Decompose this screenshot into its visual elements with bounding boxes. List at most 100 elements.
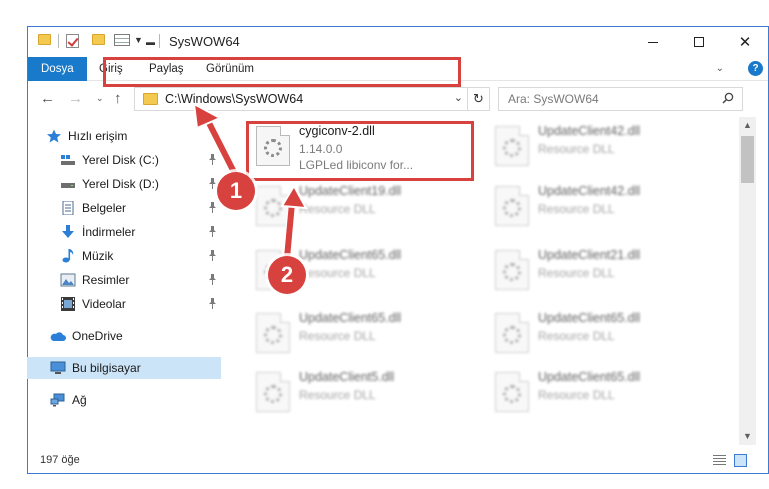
sidebar-item-documents[interactable]: Belgeler — [28, 197, 221, 219]
file-name: UpdateClient65.dll — [538, 311, 641, 325]
file-description: Resource DLL — [538, 142, 615, 156]
pin-icon[interactable] — [208, 298, 217, 309]
new-folder-icon[interactable] — [92, 34, 105, 45]
music-icon — [62, 249, 74, 263]
tiles-view-icon[interactable] — [734, 454, 747, 467]
sidebar-item-onedrive[interactable]: OneDrive — [28, 325, 221, 347]
pin-icon[interactable] — [208, 202, 217, 213]
sidebar-item-label: Hızlı erişim — [68, 129, 128, 143]
sidebar-item-quick-access[interactable]: Hızlı erişim — [28, 125, 221, 147]
folder-icon — [143, 93, 158, 105]
properties-check-icon[interactable] — [66, 34, 79, 48]
properties-icon[interactable] — [114, 34, 130, 46]
maximize-icon — [694, 37, 704, 47]
maximize-button[interactable] — [676, 27, 722, 57]
file-name: UpdateClient42.dll — [538, 184, 641, 198]
sidebar-item-label: Ağ — [72, 393, 87, 407]
sidebar-item-label: Videolar — [82, 297, 126, 311]
item-count: 197 öğe — [40, 454, 80, 466]
file-description: Resource DLL — [538, 202, 615, 216]
file-highlight-box — [246, 121, 474, 181]
file-item[interactable]: UpdateClient42.dll Resource DLL — [485, 180, 715, 235]
back-arrow-icon[interactable]: ← — [40, 90, 55, 107]
documents-icon — [62, 201, 74, 215]
network-icon — [50, 393, 65, 407]
file-item[interactable]: UpdateClient65.dll Resource DLL — [485, 366, 715, 421]
pin-icon[interactable] — [208, 274, 217, 285]
search-icon — [722, 92, 734, 104]
videos-icon — [61, 297, 75, 311]
dll-file-icon — [495, 313, 529, 353]
file-description: Resource DLL — [538, 266, 615, 280]
details-view-icon[interactable] — [713, 455, 726, 466]
minimize-icon — [648, 41, 658, 43]
address-path[interactable]: C:\Windows\SysWOW64 — [165, 92, 303, 106]
sidebar-item-label: Belgeler — [82, 201, 127, 215]
refresh-button[interactable]: ↻ — [468, 87, 490, 111]
pin-icon[interactable] — [208, 250, 217, 261]
window-title: SysWOW64 — [169, 34, 240, 49]
file-name: UpdateClient65.dll — [538, 370, 641, 384]
sidebar-item-network[interactable]: Ağ — [28, 389, 221, 411]
sidebar-item-label: Yerel Disk (D:) — [82, 177, 159, 191]
sidebar-item-this-pc[interactable]: Bu bilgisayar — [27, 357, 221, 379]
sidebar-item-label: Müzik — [82, 249, 114, 263]
vertical-scrollbar[interactable]: ▲ ▼ — [739, 117, 756, 445]
file-description: Resource DLL — [299, 202, 376, 216]
scroll-thumb[interactable] — [741, 136, 754, 183]
step-badge-2: 2 — [268, 256, 306, 294]
star-icon — [47, 129, 61, 143]
address-bar[interactable]: C:\Windows\SysWOW64 ⌄ — [134, 87, 468, 111]
title-bar: ▼ ▬ SysWOW64 ✕ — [28, 27, 768, 57]
step-badge-1: 1 — [217, 172, 255, 210]
sidebar-item-pictures[interactable]: Resimler — [28, 269, 221, 291]
file-item[interactable]: UpdateClient19.dll Resource DLL — [246, 180, 476, 235]
close-button[interactable]: ✕ — [722, 27, 768, 57]
sidebar-item-local-disk-c[interactable]: Yerel Disk (C:) — [28, 149, 221, 171]
folder-icon — [38, 34, 51, 45]
dll-file-icon — [495, 186, 529, 226]
up-arrow-icon[interactable]: ↑ — [114, 90, 122, 107]
pictures-icon — [60, 273, 76, 287]
address-highlight-box — [103, 57, 461, 87]
ribbon-expand-icon[interactable]: ⌄ — [716, 63, 724, 74]
sidebar-item-label: İndirmeler — [82, 225, 136, 239]
forward-arrow-icon[interactable]: → — [68, 90, 83, 107]
pin-icon[interactable] — [208, 178, 217, 189]
recent-locations-icon[interactable]: ⌄ — [96, 93, 104, 104]
minimize-button[interactable] — [630, 27, 676, 57]
sidebar-item-videos[interactable]: Videolar — [28, 293, 221, 315]
scroll-down-icon[interactable]: ▼ — [739, 428, 756, 445]
file-item[interactable]: UpdateClient65.dll Resource DLL — [246, 307, 476, 362]
sidebar-item-local-disk-d[interactable]: Yerel Disk (D:) — [28, 173, 221, 195]
file-item[interactable]: UpdateClient65.dll Resource DLL — [485, 307, 715, 362]
file-item[interactable]: UpdateClient21.dll Resource DLL — [485, 244, 715, 299]
chevron-down-icon[interactable]: ▼ — [134, 35, 143, 45]
cloud-icon — [50, 332, 66, 341]
pin-icon[interactable] — [208, 154, 217, 165]
navigation-pane: Hızlı erişim Yerel Disk (C:) Yerel Disk … — [27, 117, 221, 445]
file-description: Resource DLL — [538, 388, 615, 402]
sidebar-item-downloads[interactable]: İndirmeler — [28, 221, 221, 243]
sidebar-item-label: Bu bilgisayar — [72, 361, 141, 375]
file-item[interactable]: UpdateClient42.dll Resource DLL — [485, 120, 715, 175]
dll-file-icon — [256, 186, 290, 226]
help-button[interactable]: ? — [748, 61, 763, 76]
drive-icon — [61, 183, 75, 188]
pin-icon[interactable] — [208, 226, 217, 237]
sidebar-item-label: Resimler — [82, 273, 130, 287]
file-description: Resource DLL — [299, 329, 376, 343]
dll-file-icon — [256, 313, 290, 353]
dll-file-icon — [495, 372, 529, 412]
qa-overflow-icon[interactable]: ▬ — [146, 37, 155, 47]
scroll-up-icon[interactable]: ▲ — [739, 117, 756, 134]
tab-file[interactable]: Dosya — [28, 57, 87, 81]
file-name: UpdateClient5.dll — [299, 370, 395, 384]
file-item[interactable]: UpdateClient5.dll Resource DLL — [246, 366, 476, 421]
sidebar-item-music[interactable]: Müzik — [28, 245, 221, 267]
dll-file-icon — [256, 372, 290, 412]
chevron-down-icon[interactable]: ⌄ — [454, 91, 463, 104]
search-placeholder: Ara: SysWOW64 — [508, 92, 599, 106]
search-input[interactable]: Ara: SysWOW64 — [498, 87, 743, 111]
file-name: UpdateClient65.dll — [299, 311, 402, 325]
